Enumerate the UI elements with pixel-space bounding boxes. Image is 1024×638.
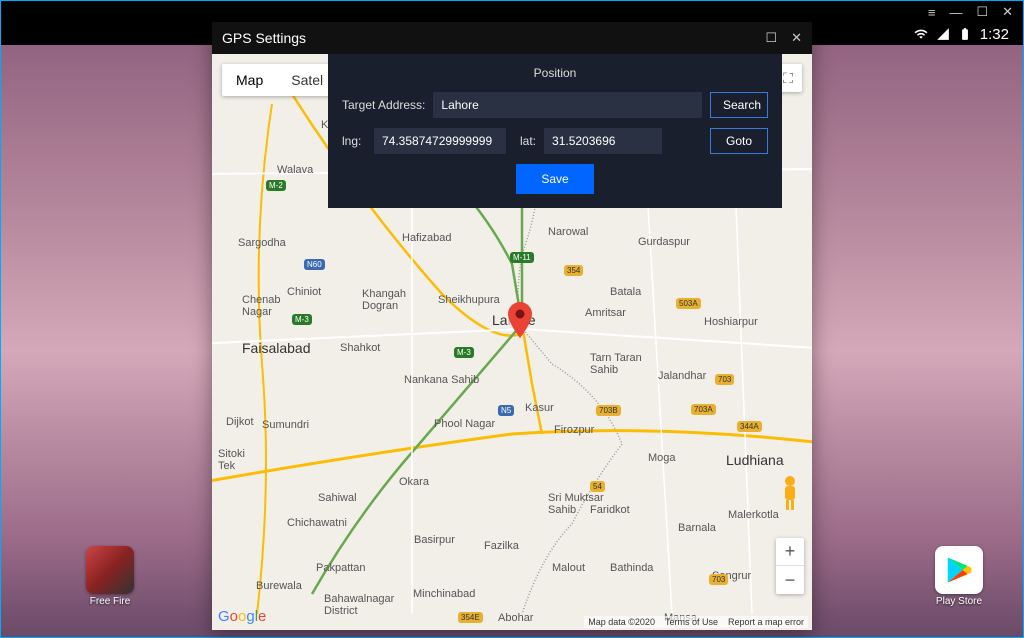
desktop-icon-freefire[interactable]: Free Fire — [82, 546, 138, 607]
lat-input[interactable] — [544, 128, 662, 154]
tab-map[interactable]: Map — [222, 64, 277, 96]
panel-heading: Position — [342, 66, 768, 80]
gps-window-title: GPS Settings — [222, 30, 306, 46]
zoom-in-button[interactable]: + — [776, 538, 804, 566]
desktop-icon-playstore[interactable]: Play Store — [931, 546, 987, 607]
gps-close-button[interactable]: ✕ — [791, 30, 802, 46]
maximize-button[interactable]: ☐ — [976, 4, 988, 20]
playstore-label: Play Store — [931, 596, 987, 607]
emulator-titlebar: ≡ — ☐ ✕ — [1, 1, 1023, 23]
terms-of-use-link[interactable]: Terms of Use — [665, 617, 718, 627]
freefire-label: Free Fire — [82, 596, 138, 607]
battery-icon — [958, 27, 972, 41]
google-logo: Google — [218, 608, 266, 625]
position-panel: Position Target Address: Search lng: lat… — [328, 54, 782, 208]
clock: 1:32 — [980, 26, 1009, 43]
street-view-pegman[interactable] — [776, 474, 804, 514]
map-viewport[interactable]: Lahore Faisalabad Ludhiana Amritsar Jala… — [212, 54, 812, 630]
map-type-tabs: Map Satel — [222, 64, 337, 96]
zoom-control: + − — [776, 538, 804, 594]
wifi-icon — [914, 27, 928, 41]
target-address-input[interactable] — [433, 92, 702, 118]
lng-label: lng: — [342, 134, 366, 148]
save-button[interactable]: Save — [516, 164, 593, 194]
gps-maximize-button[interactable]: ☐ — [765, 30, 777, 46]
gps-settings-window: GPS Settings ☐ ✕ — [212, 22, 812, 630]
minimize-button[interactable]: — — [949, 5, 962, 20]
goto-button[interactable]: Goto — [710, 128, 768, 154]
report-error-link[interactable]: Report a map error — [728, 617, 804, 627]
lat-label: lat: — [520, 134, 536, 148]
playstore-icon — [935, 546, 983, 594]
gps-titlebar[interactable]: GPS Settings ☐ ✕ — [212, 22, 812, 54]
close-button[interactable]: ✕ — [1002, 4, 1013, 20]
freefire-icon — [86, 546, 134, 594]
lng-input[interactable] — [374, 128, 506, 154]
map-footer: Map data ©2020 Terms of Use Report a map… — [584, 616, 808, 628]
target-address-label: Target Address: — [342, 98, 425, 112]
map-data-attribution[interactable]: Map data ©2020 — [588, 617, 655, 627]
zoom-out-button[interactable]: − — [776, 566, 804, 594]
map-marker[interactable] — [508, 302, 532, 338]
menu-icon[interactable]: ≡ — [928, 5, 936, 20]
signal-icon — [936, 27, 950, 41]
search-button[interactable]: Search — [710, 92, 768, 118]
emulator-window: ≡ — ☐ ✕ 1:32 GPS Settings ☐ ✕ — [0, 0, 1024, 638]
